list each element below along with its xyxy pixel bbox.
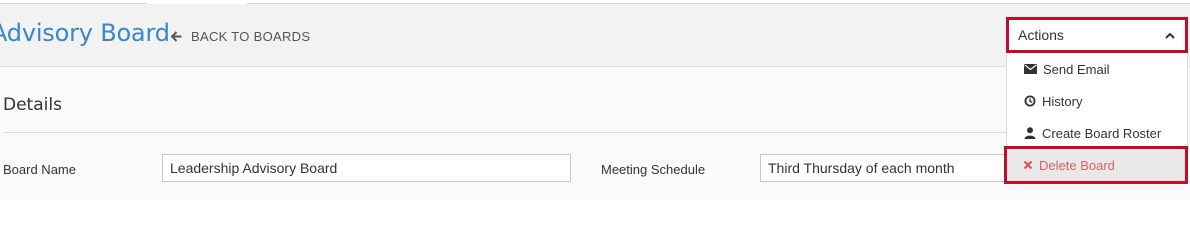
menu-item-label: Create Board Roster	[1042, 125, 1162, 141]
envelope-icon	[1024, 64, 1037, 74]
section-divider	[3, 132, 1006, 133]
menu-item-create-board-roster[interactable]: Create Board Roster	[1007, 117, 1187, 149]
menu-item-send-email[interactable]: Send Email	[1007, 53, 1187, 85]
history-icon	[1024, 95, 1036, 107]
close-icon	[1023, 160, 1033, 170]
page-title: Advisory Board	[0, 19, 170, 47]
menu-item-label: Delete Board	[1039, 157, 1115, 173]
user-icon	[1024, 127, 1036, 139]
actions-dropdown-button[interactable]: Actions	[1006, 17, 1188, 53]
menu-item-history[interactable]: History	[1007, 85, 1187, 117]
chevron-up-icon	[1165, 32, 1175, 39]
menu-item-label: Send Email	[1043, 61, 1110, 77]
meeting-schedule-label: Meeting Schedule	[601, 162, 706, 177]
board-name-label: Board Name	[3, 162, 76, 177]
actions-label: Actions	[1018, 27, 1064, 43]
back-to-boards-link[interactable]: BACK TO BOARDS	[171, 29, 310, 44]
back-to-boards-label: BACK TO BOARDS	[191, 29, 311, 44]
meeting-schedule-input[interactable]	[760, 154, 1006, 182]
menu-item-label: History	[1042, 93, 1083, 109]
arrow-left-icon	[171, 31, 182, 42]
section-title: Details	[3, 95, 62, 115]
board-name-input[interactable]	[162, 154, 571, 182]
menu-item-delete-board[interactable]: Delete Board	[1004, 146, 1188, 184]
